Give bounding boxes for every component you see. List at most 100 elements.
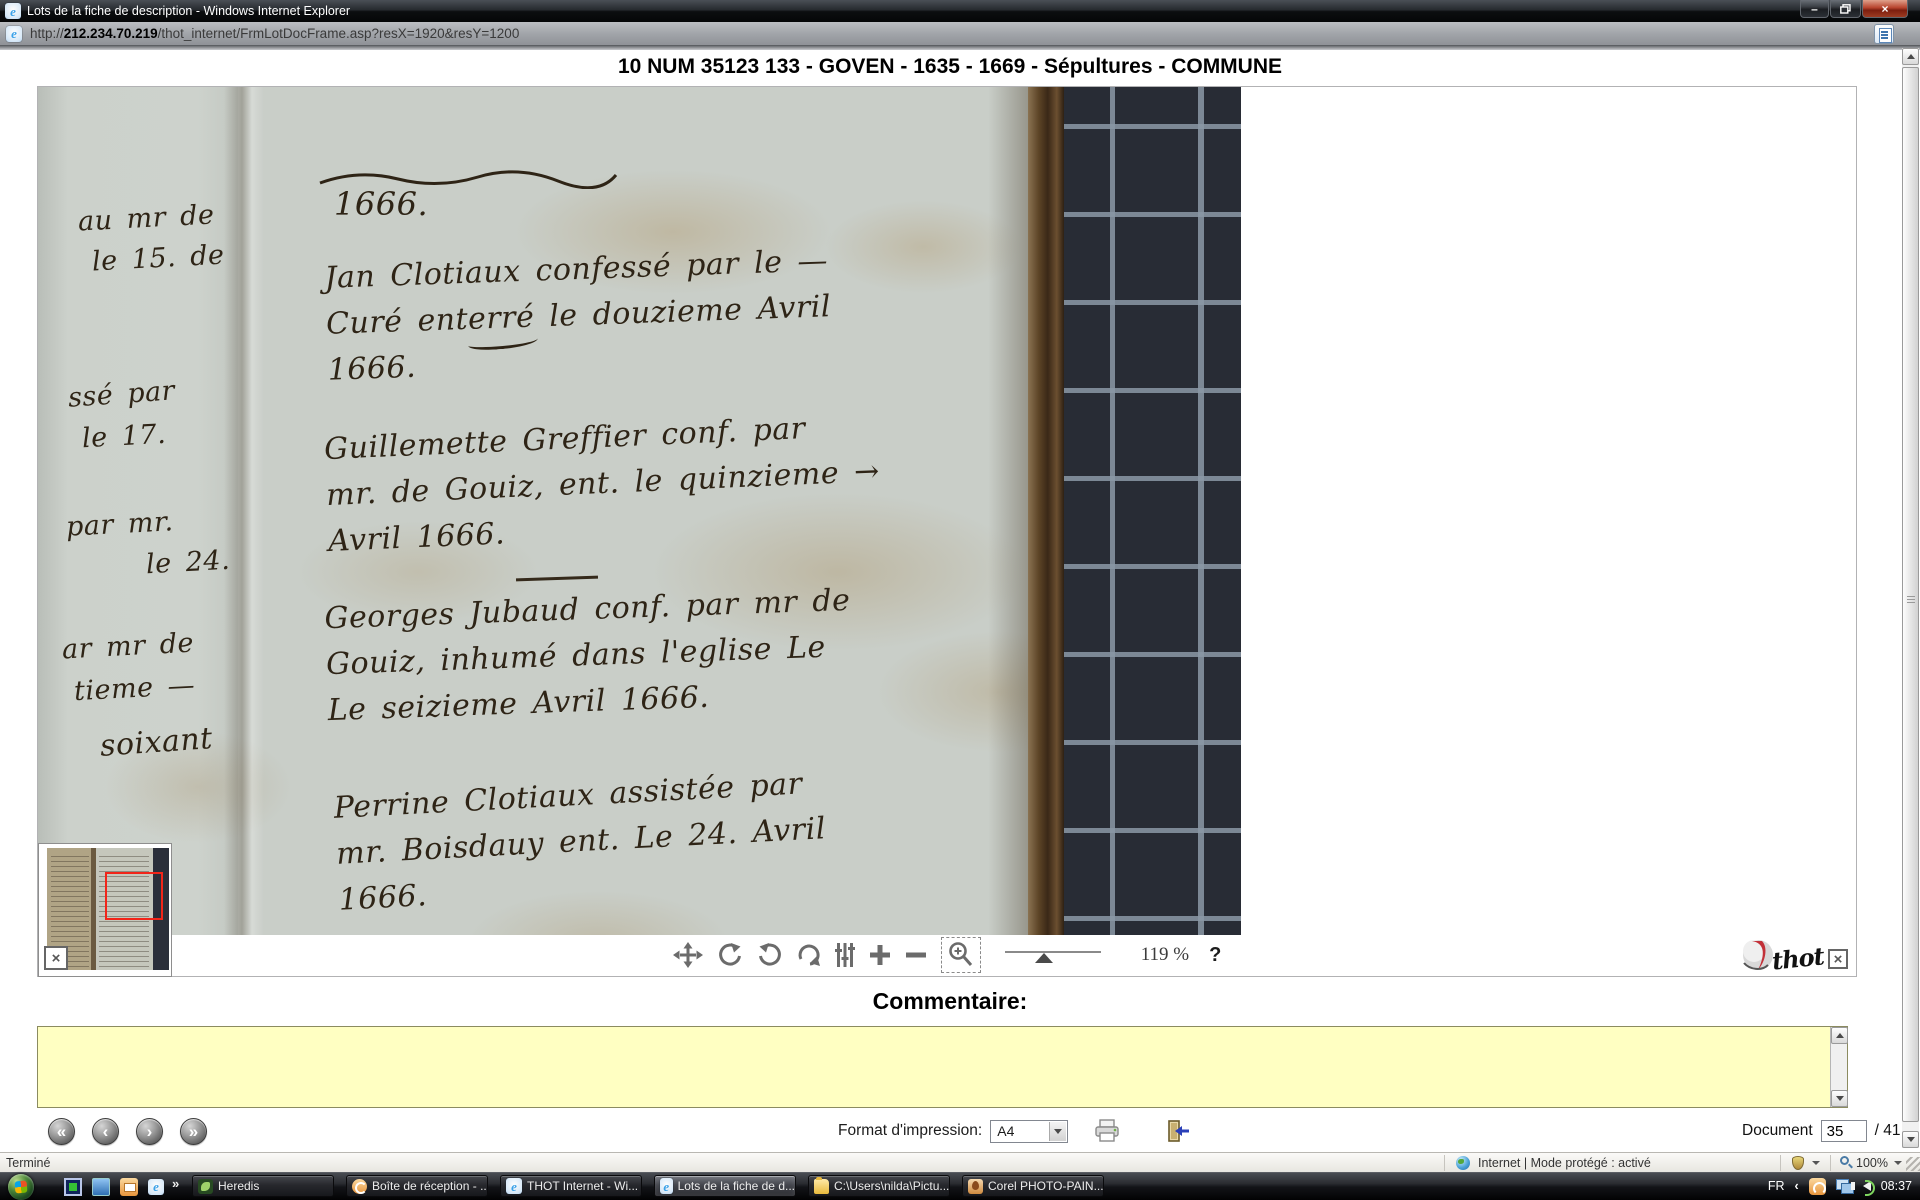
- move-icon: [673, 942, 703, 968]
- viewport-rectangle[interactable]: [105, 872, 163, 920]
- address-bar[interactable]: e http://212.234.70.219/thot_internet/Fr…: [0, 22, 1920, 46]
- arrow-up-icon: [1836, 1033, 1844, 1038]
- margin-text-line: le 17.: [81, 419, 167, 454]
- ie-icon: e: [506, 1178, 522, 1194]
- compatibility-view-icon[interactable]: [1874, 24, 1894, 44]
- task-label: Corel PHOTO-PAIN...: [988, 1179, 1104, 1193]
- pan-tool-button[interactable]: [673, 942, 703, 968]
- url-host: 212.234.70.219: [64, 26, 158, 41]
- chevron-down-icon: [1054, 1129, 1062, 1134]
- thumbnail-navigator[interactable]: ×: [38, 843, 172, 977]
- nav-next-button[interactable]: ›: [136, 1118, 163, 1145]
- language-indicator[interactable]: FR: [1768, 1179, 1785, 1193]
- manuscript-image[interactable]: au mr de le 15. de ssé par le 17. par mr…: [38, 87, 1241, 935]
- manuscript-entry: Jan Clotiaux confessé par le — Curé ente…: [324, 238, 834, 394]
- url-text[interactable]: http://212.234.70.219/thot_internet/FrmL…: [30, 26, 519, 41]
- status-text: Terminé: [6, 1156, 50, 1170]
- page-scroll-up-button[interactable]: [1902, 48, 1919, 65]
- magnifier-plus-icon: [948, 941, 974, 969]
- quicklaunch-vnc-icon[interactable]: [64, 1178, 82, 1196]
- zoom-slider[interactable]: [1005, 947, 1101, 963]
- comment-scroll-down-button[interactable]: [1831, 1090, 1848, 1107]
- protected-mode-shield-icon[interactable]: [1792, 1156, 1804, 1170]
- task-button-corel[interactable]: Corel PHOTO-PAIN...: [962, 1175, 1104, 1197]
- chrome-separator: [0, 46, 1920, 50]
- nav-prev-button[interactable]: ‹: [92, 1118, 119, 1145]
- manuscript-entry: Guillemette Greffier conf. par mr. de Go…: [323, 403, 882, 565]
- page-scroll-thumb[interactable]: [1902, 67, 1919, 1122]
- thumbnail-close-checkbox[interactable]: ×: [44, 946, 68, 970]
- corel-icon: [968, 1179, 983, 1194]
- help-button[interactable]: ?: [1209, 944, 1221, 967]
- window-close-button[interactable]: ×: [1862, 0, 1908, 18]
- browser-zoom-value[interactable]: 100%: [1856, 1156, 1888, 1170]
- plus-icon: [869, 944, 891, 966]
- quicklaunch-ie-icon[interactable]: e: [148, 1178, 166, 1196]
- page-title: 10 NUM 35123 133 - GOVEN - 1635 - 1669 -…: [0, 55, 1900, 79]
- task-button-lots-active[interactable]: e Lots de la fiche de d...: [654, 1175, 796, 1197]
- status-divider: [1444, 1155, 1445, 1171]
- page-scroll-down-button[interactable]: [1902, 1131, 1919, 1148]
- arrow-up-icon: [1907, 54, 1915, 59]
- chevron-down-icon[interactable]: [1894, 1161, 1902, 1165]
- comment-textarea[interactable]: [37, 1026, 1848, 1108]
- mail-icon: [352, 1179, 367, 1194]
- nav-last-button[interactable]: »: [180, 1118, 207, 1145]
- zoom-in-button[interactable]: [869, 944, 891, 966]
- window-title: Lots de la fiche de description - Window…: [27, 4, 350, 18]
- comment-scroll-up-button[interactable]: [1831, 1027, 1848, 1044]
- page-scrollbar[interactable]: [1902, 48, 1919, 1148]
- rotate-right-button[interactable]: [757, 942, 783, 968]
- quicklaunch-overflow-chevron[interactable]: »: [172, 1176, 179, 1191]
- task-button-heredis[interactable]: Heredis: [192, 1175, 334, 1197]
- comment-scrollbar[interactable]: [1830, 1027, 1847, 1107]
- chevron-down-icon[interactable]: [1812, 1161, 1820, 1165]
- status-divider: [1780, 1155, 1781, 1171]
- zoom-slider-thumb[interactable]: [1035, 953, 1053, 963]
- minus-icon: [905, 944, 927, 966]
- print-button[interactable]: [1094, 1119, 1120, 1143]
- rotate-left-button[interactable]: [717, 942, 743, 968]
- grid-background: [1064, 87, 1241, 935]
- rotate-reset-icon: [797, 942, 821, 968]
- resize-grip: [1906, 1157, 1920, 1171]
- page-edge-shadow: [988, 87, 1028, 935]
- rotate-ccw-icon: [717, 942, 743, 968]
- viewer-close-checkbox[interactable]: ×: [1828, 949, 1848, 969]
- start-button[interactable]: [8, 1174, 34, 1200]
- task-button-thot[interactable]: e THOT Internet - Wi...: [500, 1175, 642, 1197]
- document-label: Document: [1742, 1122, 1813, 1140]
- status-divider: [1830, 1155, 1831, 1171]
- window-minimize-button[interactable]: –: [1800, 0, 1829, 18]
- clock[interactable]: 08:37: [1881, 1179, 1912, 1193]
- tray-scheduler-icon[interactable]: [1809, 1178, 1826, 1195]
- window-restore-button[interactable]: [1830, 0, 1861, 18]
- adjust-button[interactable]: [835, 942, 855, 968]
- exit-door-icon: [1166, 1119, 1190, 1143]
- magnifier-tool-button[interactable]: [941, 937, 981, 973]
- task-label: C:\Users\nilda\Pictu...: [834, 1179, 949, 1193]
- nav-first-button[interactable]: «: [48, 1118, 75, 1145]
- quicklaunch-mail-icon[interactable]: [120, 1178, 138, 1196]
- rotate-reset-button[interactable]: [797, 942, 821, 968]
- margin-text-line: le 24.: [145, 545, 231, 580]
- exit-button[interactable]: [1166, 1119, 1190, 1143]
- zoom-lens-icon[interactable]: [1840, 1156, 1849, 1165]
- print-format-value: A4: [997, 1123, 1014, 1139]
- manuscript-entry: Georges Jubaud conf. par mr de Gouiz, in…: [324, 578, 855, 734]
- print-format-select[interactable]: A4: [990, 1120, 1068, 1143]
- task-button-inbox[interactable]: Boîte de réception - ...: [346, 1175, 488, 1197]
- task-label: Boîte de réception - ...: [372, 1179, 488, 1193]
- tray-expand-chevron[interactable]: ‹: [1795, 1179, 1799, 1193]
- url-path: /thot_internet/FrmLotDocFrame.asp?resX=1…: [158, 26, 520, 41]
- zoom-slider-track[interactable]: [1005, 951, 1101, 953]
- page-crease: [224, 87, 264, 935]
- viewer-toolbar: 119 % ?: [38, 935, 1856, 975]
- heredis-icon: [198, 1179, 213, 1194]
- task-button-explorer[interactable]: C:\Users\nilda\Pictu...: [808, 1175, 950, 1197]
- select-dropdown-button[interactable]: [1049, 1122, 1066, 1141]
- quicklaunch-show-desktop-icon[interactable]: [92, 1178, 110, 1196]
- document-number-input[interactable]: [1821, 1120, 1867, 1142]
- zoom-out-button[interactable]: [905, 944, 927, 966]
- volume-icon[interactable]: [1863, 1181, 1871, 1191]
